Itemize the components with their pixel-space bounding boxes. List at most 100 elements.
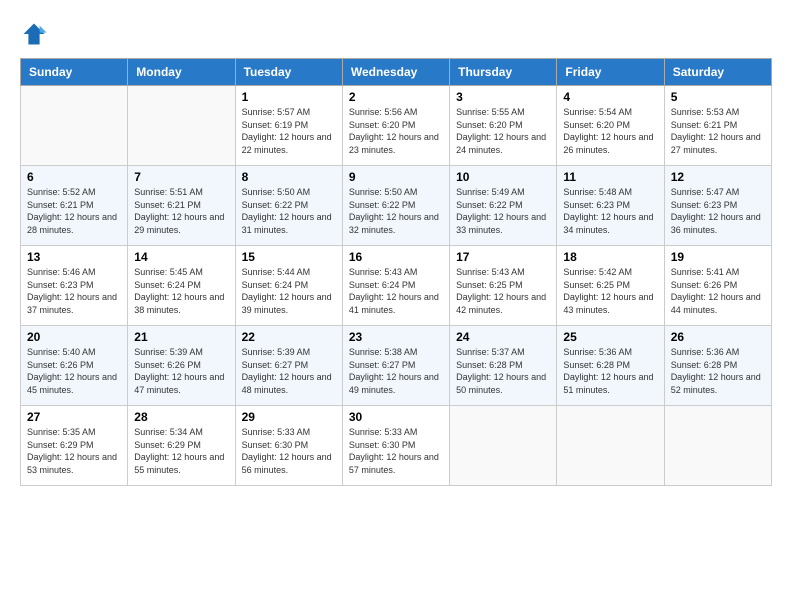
day-number: 9	[349, 170, 443, 184]
calendar-day-cell: 17 Sunrise: 5:43 AM Sunset: 6:25 PM Dayli…	[450, 246, 557, 326]
calendar-day-cell: 8Sunrise: 5:50 AM Sunset: 6:22 PM Daylig…	[235, 166, 342, 246]
day-number: 17	[456, 250, 550, 264]
day-number: 12	[671, 170, 765, 184]
calendar-day-cell: 25Sunrise: 5:36 AM Sunset: 6:28 PM Dayli…	[557, 326, 664, 406]
day-detail: Sunrise: 5:47 AM Sunset: 6:23 PM Dayligh…	[671, 186, 765, 236]
calendar-day-cell	[21, 86, 128, 166]
day-number: 16	[349, 250, 443, 264]
page-header	[20, 20, 772, 48]
calendar-day-cell: 23Sunrise: 5:38 AM Sunset: 6:27 PM Dayli…	[342, 326, 449, 406]
calendar-week-row: 20 Sunrise: 5:40 AM Sunset: 6:26 PM Dayli…	[21, 326, 772, 406]
calendar-day-cell: 22Sunrise: 5:39 AM Sunset: 6:27 PM Dayli…	[235, 326, 342, 406]
calendar-week-row: 6 Sunrise: 5:52 AM Sunset: 6:21 PM Daylig…	[21, 166, 772, 246]
day-detail: Sunrise: 5:43 AM Sunset: 6:24 PM Dayligh…	[349, 266, 443, 316]
calendar-day-cell: 28 Sunrise: 5:34 AM Sunset: 6:29 PM Dayli…	[128, 406, 235, 486]
day-number: 25	[563, 330, 657, 344]
calendar-day-cell: 29Sunrise: 5:33 AM Sunset: 6:30 PM Dayli…	[235, 406, 342, 486]
day-number: 27	[27, 410, 121, 424]
weekday-header: Thursday	[450, 59, 557, 86]
day-detail: Sunrise: 5:33 AM Sunset: 6:30 PM Dayligh…	[349, 426, 443, 476]
day-detail: Sunrise: 5:39 AM Sunset: 6:26 PM Dayligh…	[134, 346, 228, 396]
day-detail: Sunrise: 5:46 AM Sunset: 6:23 PM Dayligh…	[27, 266, 121, 316]
calendar-day-cell: 6 Sunrise: 5:52 AM Sunset: 6:21 PM Daylig…	[21, 166, 128, 246]
calendar-day-cell: 5 Sunrise: 5:53 AM Sunset: 6:21 PM Daylig…	[664, 86, 771, 166]
calendar-day-cell: 12 Sunrise: 5:47 AM Sunset: 6:23 PM Dayli…	[664, 166, 771, 246]
calendar-day-cell: 3Sunrise: 5:55 AM Sunset: 6:20 PM Daylig…	[450, 86, 557, 166]
day-detail: Sunrise: 5:40 AM Sunset: 6:26 PM Dayligh…	[27, 346, 121, 396]
calendar-day-cell: 2Sunrise: 5:56 AM Sunset: 6:20 PM Daylig…	[342, 86, 449, 166]
day-detail: Sunrise: 5:48 AM Sunset: 6:23 PM Dayligh…	[563, 186, 657, 236]
calendar-day-cell: 14 Sunrise: 5:45 AM Sunset: 6:24 PM Dayli…	[128, 246, 235, 326]
calendar-day-cell: 13 Sunrise: 5:46 AM Sunset: 6:23 PM Dayli…	[21, 246, 128, 326]
calendar-day-cell: 19Sunrise: 5:41 AM Sunset: 6:26 PM Dayli…	[664, 246, 771, 326]
weekday-header: Friday	[557, 59, 664, 86]
day-number: 30	[349, 410, 443, 424]
day-number: 6	[27, 170, 121, 184]
calendar-day-cell: 1 Sunrise: 5:57 AM Sunset: 6:19 PM Daylig…	[235, 86, 342, 166]
day-detail: Sunrise: 5:52 AM Sunset: 6:21 PM Dayligh…	[27, 186, 121, 236]
calendar-day-cell: 7 Sunrise: 5:51 AM Sunset: 6:21 PM Daylig…	[128, 166, 235, 246]
day-number: 14	[134, 250, 228, 264]
calendar-week-row: 27Sunrise: 5:35 AM Sunset: 6:29 PM Dayli…	[21, 406, 772, 486]
day-detail: Sunrise: 5:44 AM Sunset: 6:24 PM Dayligh…	[242, 266, 336, 316]
calendar-day-cell: 26 Sunrise: 5:36 AM Sunset: 6:28 PM Dayli…	[664, 326, 771, 406]
day-number: 3	[456, 90, 550, 104]
day-detail: Sunrise: 5:33 AM Sunset: 6:30 PM Dayligh…	[242, 426, 336, 476]
calendar-day-cell	[664, 406, 771, 486]
calendar-day-cell: 24Sunrise: 5:37 AM Sunset: 6:28 PM Dayli…	[450, 326, 557, 406]
weekday-header: Saturday	[664, 59, 771, 86]
day-detail: Sunrise: 5:51 AM Sunset: 6:21 PM Dayligh…	[134, 186, 228, 236]
day-number: 4	[563, 90, 657, 104]
calendar-day-cell: 20 Sunrise: 5:40 AM Sunset: 6:26 PM Dayli…	[21, 326, 128, 406]
logo-icon	[20, 20, 48, 48]
day-number: 24	[456, 330, 550, 344]
calendar-day-cell: 9 Sunrise: 5:50 AM Sunset: 6:22 PM Daylig…	[342, 166, 449, 246]
day-detail: Sunrise: 5:45 AM Sunset: 6:24 PM Dayligh…	[134, 266, 228, 316]
calendar-week-row: 13 Sunrise: 5:46 AM Sunset: 6:23 PM Dayli…	[21, 246, 772, 326]
day-detail: Sunrise: 5:41 AM Sunset: 6:26 PM Dayligh…	[671, 266, 765, 316]
weekday-header: Tuesday	[235, 59, 342, 86]
calendar-day-cell: 11 Sunrise: 5:48 AM Sunset: 6:23 PM Dayli…	[557, 166, 664, 246]
day-detail: Sunrise: 5:34 AM Sunset: 6:29 PM Dayligh…	[134, 426, 228, 476]
day-detail: Sunrise: 5:54 AM Sunset: 6:20 PM Dayligh…	[563, 106, 657, 156]
day-number: 15	[242, 250, 336, 264]
day-number: 18	[563, 250, 657, 264]
calendar-week-row: 1 Sunrise: 5:57 AM Sunset: 6:19 PM Daylig…	[21, 86, 772, 166]
calendar-day-cell: 10 Sunrise: 5:49 AM Sunset: 6:22 PM Dayli…	[450, 166, 557, 246]
day-number: 21	[134, 330, 228, 344]
day-detail: Sunrise: 5:50 AM Sunset: 6:22 PM Dayligh…	[242, 186, 336, 236]
calendar-day-cell	[128, 86, 235, 166]
day-detail: Sunrise: 5:43 AM Sunset: 6:25 PM Dayligh…	[456, 266, 550, 316]
day-detail: Sunrise: 5:50 AM Sunset: 6:22 PM Dayligh…	[349, 186, 443, 236]
calendar-day-cell: 4 Sunrise: 5:54 AM Sunset: 6:20 PM Daylig…	[557, 86, 664, 166]
calendar-table: SundayMondayTuesdayWednesdayThursdayFrid…	[20, 58, 772, 486]
day-number: 11	[563, 170, 657, 184]
calendar-day-cell: 16 Sunrise: 5:43 AM Sunset: 6:24 PM Dayli…	[342, 246, 449, 326]
calendar-day-cell: 15 Sunrise: 5:44 AM Sunset: 6:24 PM Dayli…	[235, 246, 342, 326]
calendar-header-row: SundayMondayTuesdayWednesdayThursdayFrid…	[21, 59, 772, 86]
weekday-header: Sunday	[21, 59, 128, 86]
day-detail: Sunrise: 5:57 AM Sunset: 6:19 PM Dayligh…	[242, 106, 336, 156]
calendar-day-cell: 18Sunrise: 5:42 AM Sunset: 6:25 PM Dayli…	[557, 246, 664, 326]
day-detail: Sunrise: 5:36 AM Sunset: 6:28 PM Dayligh…	[671, 346, 765, 396]
day-number: 2	[349, 90, 443, 104]
day-detail: Sunrise: 5:53 AM Sunset: 6:21 PM Dayligh…	[671, 106, 765, 156]
weekday-header: Monday	[128, 59, 235, 86]
day-number: 13	[27, 250, 121, 264]
calendar-day-cell: 27Sunrise: 5:35 AM Sunset: 6:29 PM Dayli…	[21, 406, 128, 486]
logo	[20, 20, 52, 48]
day-number: 20	[27, 330, 121, 344]
calendar-day-cell	[450, 406, 557, 486]
day-number: 5	[671, 90, 765, 104]
day-number: 1	[242, 90, 336, 104]
day-detail: Sunrise: 5:49 AM Sunset: 6:22 PM Dayligh…	[456, 186, 550, 236]
day-number: 22	[242, 330, 336, 344]
calendar-day-cell	[557, 406, 664, 486]
day-number: 10	[456, 170, 550, 184]
calendar-day-cell: 21 Sunrise: 5:39 AM Sunset: 6:26 PM Dayli…	[128, 326, 235, 406]
day-detail: Sunrise: 5:38 AM Sunset: 6:27 PM Dayligh…	[349, 346, 443, 396]
day-number: 28	[134, 410, 228, 424]
day-number: 26	[671, 330, 765, 344]
day-number: 7	[134, 170, 228, 184]
weekday-header: Wednesday	[342, 59, 449, 86]
